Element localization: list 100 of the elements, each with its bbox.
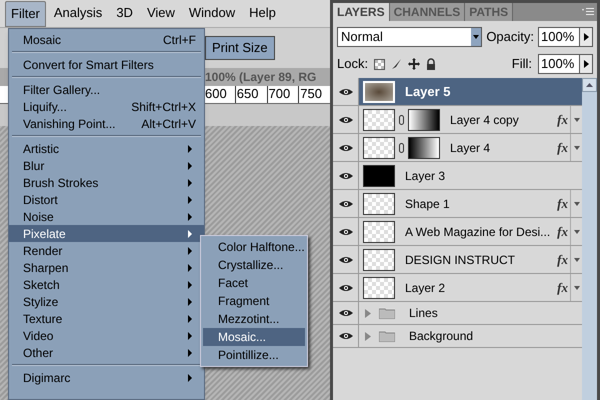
menu-item[interactable]: Other (9, 344, 204, 361)
layer-row[interactable]: Layer 4 fx (359, 134, 570, 161)
layer-name: Background (409, 328, 474, 345)
print-size-button[interactable]: Print Size (205, 36, 275, 60)
menu-item[interactable]: Blur (9, 157, 204, 174)
panel-tab[interactable]: LAYERS (333, 3, 390, 21)
layer-name: Layer 3 (405, 168, 446, 184)
submenu-arrow-icon (188, 230, 192, 238)
menu-item[interactable]: View (140, 0, 181, 26)
blend-mode-dropdown[interactable]: Normal (337, 27, 482, 47)
chain-link-icon[interactable] (399, 114, 404, 124)
menu-item[interactable]: Vanishing Point... Alt+Ctrl+V (9, 115, 204, 132)
submenu-arrow-icon (188, 162, 192, 170)
caret-down-icon[interactable] (574, 230, 580, 234)
menu-item[interactable]: Mezzotint... (203, 310, 305, 328)
menu-item[interactable]: Sharpen (9, 259, 204, 276)
caret-down-icon[interactable] (574, 202, 580, 206)
padlock-icon[interactable] (426, 58, 436, 70)
caret-up-icon (586, 83, 593, 87)
ruler-label: 650 (234, 86, 266, 103)
layer-row[interactable]: Lines (359, 302, 570, 324)
submenu-arrow-icon (188, 280, 192, 288)
chain-link-icon[interactable] (399, 142, 404, 152)
menu-item[interactable]: Color Halftone... (203, 238, 305, 256)
eye-icon[interactable] (338, 309, 352, 317)
fx-icon[interactable]: fx (557, 278, 568, 298)
layer-thumbnail (363, 164, 395, 186)
menu-item[interactable]: Pixelate (9, 225, 204, 242)
layer-row[interactable]: Shape 1 fx (359, 190, 570, 217)
layer-row[interactable]: Layer 5 (359, 78, 582, 105)
submenu-arrow-icon (188, 144, 192, 152)
eye-icon[interactable] (338, 228, 352, 236)
menu-item[interactable]: Stylize (9, 293, 204, 310)
layer-row[interactable]: Layer 2 fx (359, 274, 570, 301)
panel-menu-icon[interactable] (582, 8, 594, 16)
layer-name: Layer 4 (450, 140, 492, 156)
layer-name: Lines (409, 305, 439, 322)
opacity-field[interactable]: 100% (538, 27, 593, 47)
shortcut-label: Ctrl+F (163, 32, 196, 48)
menu-item[interactable]: Liquify... Shift+Ctrl+X (9, 98, 204, 115)
layer-name: Layer 2 (405, 280, 446, 296)
menu-item[interactable]: Artistic (9, 140, 204, 157)
menu-item[interactable]: Render (9, 242, 204, 259)
eye-icon[interactable] (338, 116, 352, 124)
eye-icon[interactable] (338, 256, 352, 264)
menu-item[interactable]: Crystallize... (203, 256, 305, 274)
eye-icon[interactable] (338, 172, 352, 180)
menu-item[interactable]: Mosaic Ctrl+F (9, 31, 204, 48)
menu-item[interactable]: Facet (203, 274, 305, 292)
folder-icon (379, 307, 395, 319)
submenu-arrow-icon (188, 332, 192, 340)
menu-item[interactable]: Video (9, 327, 204, 344)
caret-down-icon[interactable] (574, 118, 580, 122)
menu-item[interactable]: Sketch (9, 276, 204, 293)
submenu-arrow-icon (188, 196, 192, 204)
eye-icon[interactable] (338, 332, 352, 340)
menu-item[interactable]: Filter (5, 0, 46, 26)
submenu-arrow-icon (188, 212, 192, 220)
menu-item[interactable]: Digimarc (9, 369, 204, 386)
menu-item[interactable]: Pointillize... (203, 346, 305, 364)
brush-icon[interactable] (391, 58, 402, 70)
eye-icon[interactable] (338, 200, 352, 208)
fx-icon[interactable]: fx (557, 194, 568, 214)
menu-item[interactable]: Filter Gallery... (9, 81, 204, 98)
fx-icon[interactable]: fx (557, 138, 568, 158)
menu-item[interactable]: Convert for Smart Filters (9, 56, 204, 73)
menu-item[interactable]: Window (182, 0, 242, 26)
menu-item[interactable]: Texture (9, 310, 204, 327)
layer-name: Shape 1 (405, 196, 451, 212)
opacity-label: Opacity: (486, 28, 534, 46)
scrollbar[interactable] (582, 78, 597, 400)
layer-row[interactable]: Background (359, 325, 570, 347)
move-icon[interactable] (408, 58, 420, 70)
menu-item[interactable]: Analysis (48, 0, 108, 26)
layer-row[interactable]: Layer 4 copy fx (359, 106, 570, 133)
caret-down-icon[interactable] (574, 258, 580, 262)
menu-item[interactable]: Help (243, 0, 282, 26)
layer-row[interactable]: DESIGN INSTRUCT fx (359, 246, 570, 273)
menu-item[interactable]: Mosaic... (203, 328, 305, 346)
menu-item[interactable]: Fragment (203, 292, 305, 310)
layer-row[interactable]: Layer 3 (359, 162, 570, 189)
menu-item[interactable]: 3D (110, 0, 139, 26)
submenu-arrow-icon (188, 298, 192, 306)
eye-icon[interactable] (338, 284, 352, 292)
menu-item[interactable]: Brush Strokes (9, 174, 204, 191)
menu-item[interactable]: Noise (9, 208, 204, 225)
caret-down-icon[interactable] (574, 146, 580, 150)
fill-field[interactable]: 100% (538, 54, 593, 74)
submenu-arrow-icon (188, 374, 192, 382)
fx-icon[interactable]: fx (557, 110, 568, 130)
fx-icon[interactable]: fx (557, 222, 568, 242)
caret-down-icon[interactable] (574, 286, 580, 290)
layer-row[interactable]: A Web Magazine for Desi... fx (359, 218, 570, 245)
checkerboard-icon[interactable] (374, 58, 386, 70)
layer-name: A Web Magazine for Desi... (405, 224, 552, 240)
caret-down-icon (473, 35, 480, 39)
fx-icon[interactable]: fx (557, 250, 568, 270)
eye-icon[interactable] (338, 144, 352, 152)
eye-icon[interactable] (338, 88, 352, 96)
menu-item[interactable]: Distort (9, 191, 204, 208)
